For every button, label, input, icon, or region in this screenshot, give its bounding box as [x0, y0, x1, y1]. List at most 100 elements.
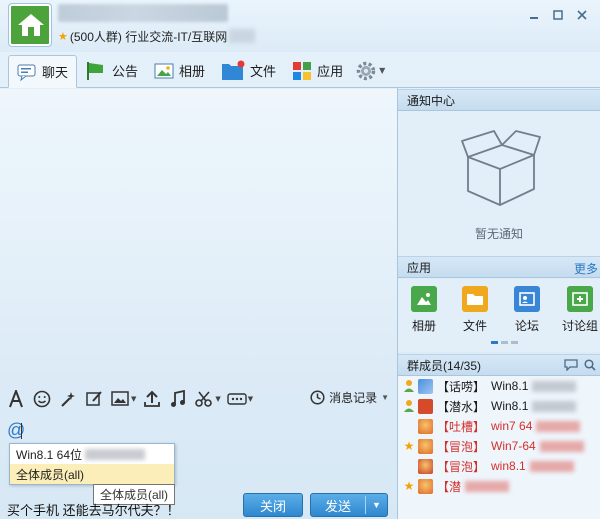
history-label: 消息记录 — [329, 391, 378, 405]
mention-option-all[interactable]: 全体成员(all) — [10, 464, 174, 484]
home-icon — [18, 14, 44, 36]
settings-menu[interactable]: ▼ — [351, 54, 389, 87]
text-cursor — [21, 423, 22, 439]
pager-dot[interactable] — [491, 341, 498, 344]
blurred-text — [532, 400, 577, 412]
send-button[interactable]: 发送 ▼ — [310, 493, 388, 517]
star-icon: ★ — [58, 29, 68, 43]
member-list[interactable]: 【话唠】 Win8.1 【潜水】 Win8.1 【吐槽】 win7 64 ★ 【… — [398, 376, 600, 519]
mention-option[interactable]: Win8.1 64位 — [10, 444, 174, 464]
emoji-button[interactable] — [32, 389, 52, 409]
maximize-button[interactable] — [546, 5, 570, 25]
role-placeholder — [402, 459, 416, 473]
group-name[interactable] — [58, 4, 228, 22]
chevron-down-icon[interactable]: ▼ — [248, 395, 253, 403]
search-icon[interactable] — [584, 359, 596, 371]
apps-icon — [293, 61, 312, 80]
close-window-button[interactable] — [570, 5, 594, 25]
pager-dot[interactable] — [501, 341, 508, 344]
font-button[interactable] — [6, 389, 26, 409]
app-pager[interactable] — [491, 341, 518, 344]
list-item[interactable]: 【冒泡】 win8.1 — [398, 456, 600, 476]
chevron-down-icon[interactable]: ▼ — [366, 500, 387, 510]
message-history-button[interactable]: 消息记录 ▼ — [310, 389, 389, 406]
minimize-button[interactable] — [522, 5, 546, 25]
discussion-icon — [567, 286, 593, 312]
tab-apps[interactable]: 应用 — [284, 54, 351, 87]
smile-icon — [33, 390, 51, 408]
member-tools — [564, 359, 596, 371]
announcement-icon — [87, 61, 104, 80]
list-item[interactable]: 【话唠】 Win8.1 — [398, 376, 600, 396]
album-icon — [411, 286, 437, 312]
screenshot-button[interactable] — [194, 389, 214, 409]
more-link[interactable]: 更多 — [574, 260, 598, 277]
list-item[interactable]: ★ 【冒泡】 Win7-64 — [398, 436, 600, 456]
scissors-icon — [195, 391, 213, 407]
avatar — [418, 418, 433, 434]
list-item[interactable]: 【潜水】 Win8.1 — [398, 396, 600, 416]
tab-announcement[interactable]: 公告 — [77, 54, 146, 87]
tab-chat[interactable]: 聊天 — [8, 55, 78, 88]
doodle-button[interactable] — [84, 389, 104, 409]
chat-message-area[interactable] — [0, 89, 397, 384]
title-bar: ★ (500人群) 行业交流-IT/互联网 — [0, 0, 600, 52]
image-icon — [111, 391, 129, 406]
members-title: 群成员(14/35) — [407, 358, 482, 373]
empty-notice-text: 暂无通知 — [474, 227, 523, 241]
chat-bubble-icon[interactable] — [564, 359, 578, 371]
blurred-text — [85, 448, 146, 460]
list-item[interactable]: ★ 【潜 — [398, 476, 600, 496]
role-placeholder — [402, 419, 416, 433]
more-tools-button[interactable] — [227, 389, 247, 409]
notice-center: 暂无通知 — [398, 111, 600, 256]
message-input-area[interactable]: @ Win8.1 64位 全体成员(all) 全体成员(all) 买个手机 还能… — [0, 412, 397, 519]
upload-button[interactable] — [142, 389, 162, 409]
tab-album[interactable]: 相册 — [146, 54, 213, 87]
minimize-icon — [530, 17, 538, 19]
typed-message: 买个手机 还能去马尔代夫？！ — [7, 503, 180, 518]
avatar — [418, 478, 433, 494]
tab-label: 公告 — [112, 64, 139, 79]
chevron-down-icon[interactable]: ▼ — [131, 395, 136, 403]
close-icon — [577, 10, 587, 20]
app-discussion[interactable]: 讨论组 — [558, 286, 600, 334]
magic-emoji-button[interactable] — [58, 389, 78, 409]
blurred-text — [465, 480, 510, 492]
owner-icon — [402, 379, 416, 393]
app-file[interactable]: 文件 — [455, 286, 495, 334]
blurred-text — [529, 460, 574, 472]
chevron-down-icon: ▼ — [379, 66, 386, 75]
apps-panel: 相册 文件 论坛 讨论组 — [398, 279, 600, 352]
music-note-icon — [171, 390, 186, 407]
app-album[interactable]: 相册 — [404, 286, 444, 334]
blurred-text — [229, 29, 256, 43]
tab-bar: 聊天 公告 相册 文件 应用 ▼ — [0, 52, 600, 88]
tab-label: 文件 — [250, 64, 277, 79]
maximize-icon — [553, 10, 563, 20]
upload-icon — [144, 390, 161, 407]
app-forum[interactable]: 论坛 — [507, 286, 547, 334]
list-item[interactable]: 【吐槽】 win7 64 — [398, 416, 600, 436]
close-button[interactable]: 关闭 — [243, 493, 303, 517]
album-icon — [154, 63, 174, 78]
chevron-down-icon: ▼ — [381, 393, 389, 402]
apps-header: 应用 更多 — [398, 256, 600, 278]
image-button[interactable] — [110, 389, 130, 409]
window-controls — [522, 5, 594, 25]
tab-label: 相册 — [179, 64, 206, 79]
group-info-text: (500人群) 行业交流-IT/互联网 — [69, 29, 228, 44]
qq-group-chat-window: ★ (500人群) 行业交流-IT/互联网 聊天 公告 相册 文件 应用 ▼ ▼… — [0, 0, 600, 519]
chevron-down-icon[interactable]: ▼ — [215, 395, 220, 403]
clock-icon — [310, 390, 325, 405]
admin-star-icon: ★ — [403, 479, 415, 493]
tab-file[interactable]: 文件 — [213, 54, 284, 87]
blurred-text — [539, 440, 584, 452]
notice-title: 通知中心 — [407, 93, 456, 108]
pager-dot[interactable] — [511, 341, 518, 344]
send-label: 发送 — [324, 498, 351, 514]
group-avatar[interactable] — [9, 4, 51, 46]
chat-icon — [17, 64, 36, 81]
magic-wand-icon — [61, 392, 75, 407]
music-button[interactable] — [168, 389, 188, 409]
